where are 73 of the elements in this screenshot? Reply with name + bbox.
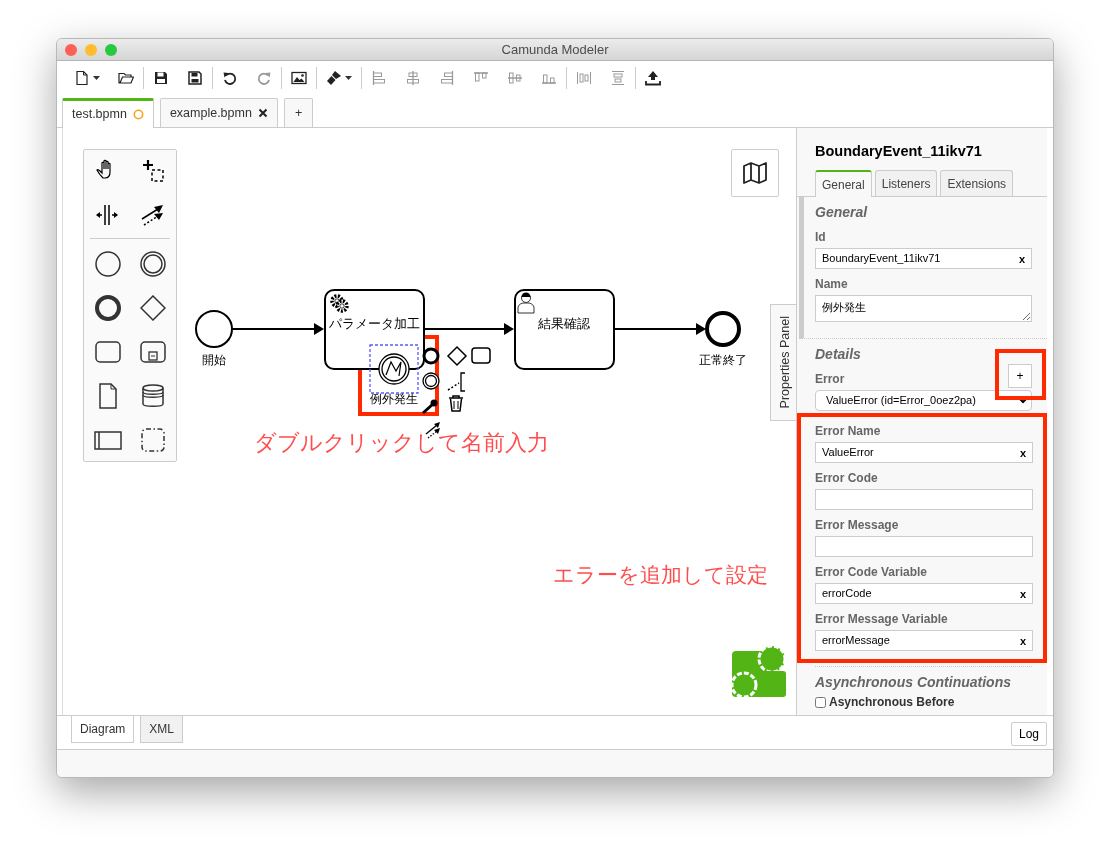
error-boundary-event[interactable]	[378, 353, 410, 385]
panel-tab[interactable]: Extensions	[940, 169, 1014, 196]
undo-icon[interactable]	[222, 70, 238, 86]
person-icon	[517, 292, 535, 314]
checkbox-label: Asynchronous Before	[829, 695, 955, 709]
new-tab-button[interactable]: +	[283, 98, 314, 127]
text-field[interactable]	[815, 535, 1033, 557]
connect-arrow-icon[interactable]	[139, 202, 166, 228]
task-label: 結果確認	[538, 316, 590, 331]
view-tab[interactable]: Diagram	[71, 716, 135, 743]
annotation-text: ダブルクリックして名前入力	[254, 432, 549, 454]
caret-icon[interactable]	[345, 75, 352, 81]
start-event-icon[interactable]	[94, 251, 121, 277]
caret-icon[interactable]	[93, 75, 100, 81]
view-tab[interactable]: XML	[140, 716, 184, 743]
end-event	[705, 311, 741, 347]
field-label: Error Code Variable	[815, 564, 928, 579]
clear-button[interactable]: x	[1016, 445, 1029, 460]
field-label: Error Code	[815, 470, 878, 485]
paintbrush-icon[interactable]	[326, 70, 342, 86]
task-icon[interactable]	[471, 347, 491, 364]
log-button[interactable]: Log	[1010, 722, 1047, 746]
field-label: Id	[815, 229, 826, 244]
field-label: Error Name	[815, 423, 881, 438]
event-label: 例外発生	[370, 392, 418, 406]
file-tab[interactable]: example.bpmn	[159, 98, 278, 127]
event-label: 開始	[202, 353, 226, 367]
panel-tab[interactable]: General	[815, 169, 872, 197]
panel-title: BoundaryEvent_11ikv71	[815, 142, 983, 161]
task-icon[interactable]	[94, 339, 121, 365]
puzzle-gears-logo	[732, 645, 786, 697]
group-heading: General	[815, 203, 869, 221]
trash-icon[interactable]	[448, 395, 464, 412]
map-button[interactable]	[731, 149, 779, 197]
event-label: 正常終了	[699, 353, 747, 367]
checkbox[interactable]	[815, 696, 826, 708]
annotation-text: エラーを追加して設定	[553, 564, 768, 585]
window-title: Camunda Modeler	[501, 41, 609, 57]
folder-icon[interactable]	[118, 70, 134, 86]
upload-icon[interactable]	[645, 70, 661, 86]
end-event-icon[interactable]	[422, 347, 440, 365]
field-label: Error	[815, 371, 845, 386]
add-button[interactable]: +	[1008, 363, 1032, 388]
group-heading: Asynchronous Continuations	[815, 673, 1012, 691]
group-heading: Details	[815, 345, 862, 363]
task-label: パラメータ加工	[328, 316, 420, 331]
field-label: Error Message	[815, 517, 899, 532]
end-event-icon[interactable]	[94, 295, 121, 321]
clear-button[interactable]: x	[1015, 251, 1028, 266]
clear-button[interactable]: x	[1016, 586, 1029, 601]
map-icon	[742, 161, 768, 185]
field-label: Name	[815, 276, 848, 291]
name-field[interactable]: 例外発生	[815, 294, 1032, 322]
panel-tab[interactable]: Listeners	[874, 169, 938, 196]
gateway-icon[interactable]	[446, 345, 468, 367]
text-field[interactable]	[815, 488, 1033, 510]
field-label: Error Message Variable	[815, 611, 948, 626]
close-icon[interactable]	[257, 108, 268, 118]
properties-panel-tab[interactable]: Properties Panel	[770, 304, 796, 421]
file-icon[interactable]	[74, 70, 90, 86]
gateway-icon[interactable]	[139, 295, 166, 321]
group-icon[interactable]	[139, 427, 166, 453]
start-event	[195, 310, 233, 348]
intermediate-event-icon[interactable]	[139, 251, 166, 277]
data-store-icon[interactable]	[139, 383, 166, 409]
subprocess-icon[interactable]	[139, 339, 166, 365]
intermediate-event-icon[interactable]	[422, 372, 440, 390]
wrench-icon[interactable]	[422, 399, 438, 415]
text-annotation-icon[interactable]	[447, 372, 466, 392]
error-select[interactable]: ValueError (id=Error_0oez2pa)	[815, 389, 1032, 411]
file-tab[interactable]: test.bpmn	[62, 98, 154, 128]
image-icon[interactable]	[291, 70, 307, 86]
clear-button[interactable]: x	[1016, 633, 1029, 648]
